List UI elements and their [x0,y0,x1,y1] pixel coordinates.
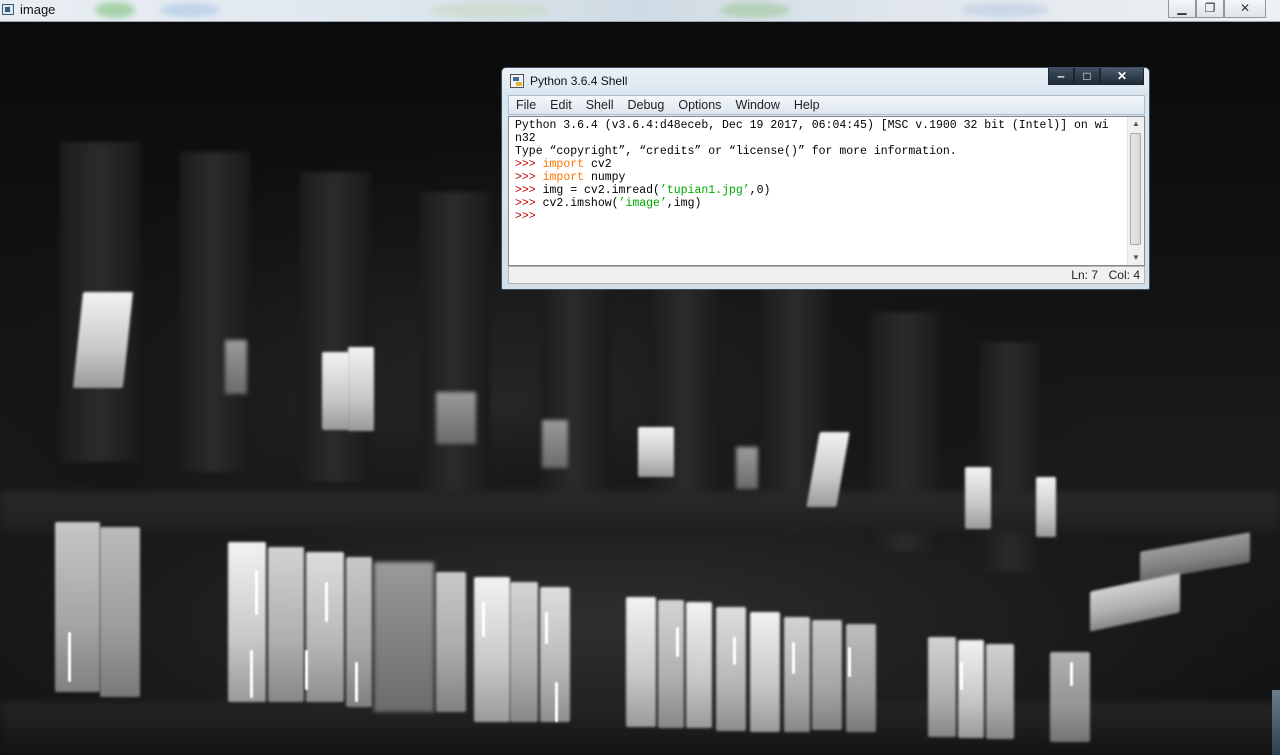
menu-help[interactable]: Help [787,98,827,112]
code-text: ,img) [666,197,702,210]
code-text: ,0) [749,184,771,197]
code-line: >>> import cv2 [515,158,1125,171]
minimize-icon: ▁ [1177,1,1187,15]
code-line: >>> [515,210,1125,223]
window-app-icon [2,4,14,15]
banner-line: Python 3.6.4 (v3.6.4:d48eceb, Dec 19 201… [515,119,1109,132]
image-window-titlebar: image ▁ ❐ ✕ [0,0,1280,22]
prompt: >>> [515,171,536,184]
banner-line: Type “copyright”, “credits” or “license(… [515,145,957,158]
code-text: cv2 [584,158,612,171]
code-text: img = cv2.imread( [542,184,660,197]
menu-debug[interactable]: Debug [621,98,672,112]
close-icon: ✕ [1116,69,1128,83]
prompt: >>> [515,158,536,171]
string-literal: ’image’ [618,197,667,210]
shell-output: Python 3.6.4 (v3.6.4:d48eceb, Dec 19 201… [515,119,1125,223]
prompt: >>> [515,184,536,197]
string-literal: ’tupian1.jpg’ [659,184,750,197]
menu-options[interactable]: Options [671,98,728,112]
restore-icon: ❐ [1204,1,1216,15]
menu-edit[interactable]: Edit [543,98,579,112]
menu-bar: File Edit Shell Debug Options Window Hel… [508,95,1145,115]
menu-shell[interactable]: Shell [579,98,621,112]
taskbar-edge [1272,690,1280,755]
menu-window[interactable]: Window [728,98,786,112]
shell-titlebar: Python 3.6.4 Shell [510,72,627,90]
python-icon [510,74,524,88]
code-line: >>> import numpy [515,171,1125,184]
column-number: Col: 4 [1108,268,1140,282]
minimize-icon: ‒ [1057,69,1065,83]
keyword: import [542,171,585,184]
shell-title: Python 3.6.4 Shell [530,74,628,88]
python-shell-window: Python 3.6.4 Shell ‒ □ ✕ File Edit Shell… [501,67,1150,290]
status-bar: Ln: 7 Col: 4 [508,266,1145,284]
restore-button[interactable]: ❐ [1196,0,1224,18]
shell-close-button[interactable]: ✕ [1100,68,1144,85]
shell-maximize-button[interactable]: □ [1074,68,1100,85]
keyword: import [542,158,585,171]
close-button[interactable]: ✕ [1224,0,1266,18]
menu-file[interactable]: File [509,98,543,112]
window-title: image [20,2,56,17]
prompt: >>> [515,210,536,223]
code-text: cv2.imshow( [542,197,619,210]
scroll-down-icon[interactable]: ▼ [1128,251,1144,265]
vertical-scrollbar[interactable]: ▲ ▼ [1127,117,1144,265]
shell-text-area[interactable]: Python 3.6.4 (v3.6.4:d48eceb, Dec 19 201… [508,116,1145,266]
scroll-up-icon[interactable]: ▲ [1128,117,1144,131]
shell-minimize-button[interactable]: ‒ [1048,68,1074,85]
banner-line: n32 [515,132,536,145]
maximize-icon: □ [1083,69,1091,83]
code-text: numpy [584,171,626,184]
scroll-thumb[interactable] [1130,133,1141,245]
prompt: >>> [515,197,536,210]
minimize-button[interactable]: ▁ [1168,0,1196,18]
code-line: >>> img = cv2.imread(’tupian1.jpg’,0) [515,184,1125,197]
close-icon: ✕ [1239,1,1251,15]
line-number: Ln: 7 [1071,268,1098,282]
code-line: >>> cv2.imshow(’image’,img) [515,197,1125,210]
